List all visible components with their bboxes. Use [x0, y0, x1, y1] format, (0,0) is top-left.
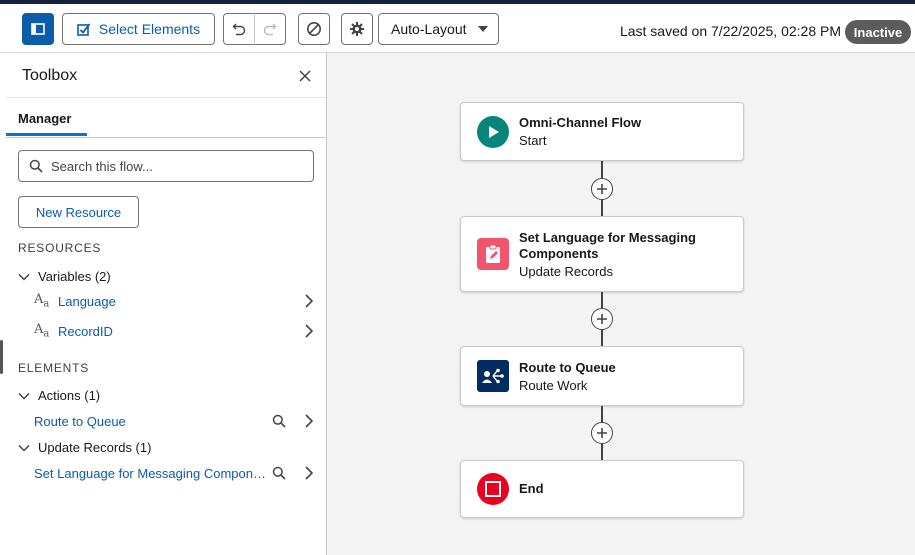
actions-group-toggle[interactable]: Actions (1) — [18, 388, 100, 403]
select-checkbox-icon — [77, 23, 91, 36]
variables-group-toggle[interactable]: Variables (2) — [18, 269, 111, 284]
flow-node-route-work[interactable]: Route to Queue Route Work — [460, 346, 744, 406]
status-badge: Inactive — [845, 20, 911, 44]
undo-icon — [232, 23, 246, 36]
list-item[interactable]: Aa RecordID — [34, 319, 314, 343]
node-title: Set Language for Messaging Components — [519, 229, 696, 261]
flow-canvas[interactable]: Omni-Channel Flow Start Set Language for… — [328, 53, 915, 555]
node-title: Route to Queue — [519, 359, 616, 375]
search-icon — [29, 159, 43, 173]
update-records-group-toggle[interactable]: Update Records (1) — [18, 440, 151, 455]
select-elements-label: Select Elements — [98, 21, 201, 37]
variable-label: RecordID — [58, 323, 113, 339]
toolbox-panel: Toolbox Manager New Resource RESOURCES V… — [6, 53, 327, 555]
chevron-right-icon[interactable] — [304, 324, 314, 338]
list-item[interactable]: Set Language for Messaging Components — [34, 461, 316, 485]
node-title: Omni-Channel Flow — [519, 115, 642, 130]
list-item[interactable]: Aa Language — [34, 289, 314, 313]
chevron-right-icon[interactable] — [304, 414, 314, 428]
actions-group-label: Actions (1) — [38, 388, 101, 403]
gear-icon — [350, 22, 364, 36]
toggle-toolbox-button[interactable] — [22, 13, 54, 45]
deactivate-button[interactable] — [298, 13, 330, 45]
flow-node-end[interactable]: End — [460, 460, 744, 518]
layout-mode-value: Auto-Layout — [391, 21, 467, 37]
node-subtitle: Update Records — [519, 263, 613, 279]
clipboard-edit-icon — [477, 238, 509, 270]
search-icon[interactable] — [272, 414, 286, 428]
text-type-icon: Aa — [34, 322, 50, 340]
search-icon[interactable] — [272, 466, 286, 480]
element-label: Set Language for Messaging Components — [34, 465, 266, 481]
chevron-down-icon — [18, 392, 30, 400]
block-icon — [307, 22, 321, 36]
variables-group-label: Variables (2) — [38, 269, 111, 284]
chevron-right-icon[interactable] — [304, 466, 314, 480]
layout-mode-select[interactable]: Auto-Layout — [378, 13, 499, 45]
play-icon — [477, 115, 509, 148]
new-resource-button[interactable]: New Resource — [18, 196, 139, 228]
top-toolbar: Select Elements Auto-Layout Last saved o… — [0, 0, 915, 53]
plus-icon — [597, 314, 607, 324]
plus-icon — [597, 184, 607, 194]
node-subtitle: Route Work — [519, 377, 588, 393]
list-item[interactable]: Route to Queue — [34, 409, 316, 433]
chevron-right-icon[interactable] — [304, 294, 314, 308]
search-box — [18, 150, 314, 182]
select-elements-button[interactable]: Select Elements — [62, 13, 215, 45]
redo-icon — [263, 23, 277, 36]
variable-label: Language — [58, 293, 116, 309]
tab-divider — [6, 137, 326, 138]
add-element-button[interactable] — [591, 178, 613, 200]
toolbox-title: Toolbox — [22, 67, 78, 84]
tab-manager[interactable]: Manager — [6, 98, 87, 136]
plus-icon — [597, 428, 607, 438]
search-input[interactable] — [51, 158, 301, 174]
update-records-group-label: Update Records (1) — [38, 440, 152, 455]
add-element-button[interactable] — [591, 308, 613, 330]
add-element-button[interactable] — [591, 422, 613, 444]
node-subtitle: Start — [519, 133, 547, 148]
flow-node-start[interactable]: Omni-Channel Flow Start — [460, 102, 744, 161]
element-label: Route to Queue — [34, 413, 126, 429]
elements-heading: ELEMENTS — [18, 361, 90, 375]
last-saved-text: Last saved on 7/22/2025, 02:28 PM — [619, 23, 841, 39]
settings-button[interactable] — [341, 13, 373, 45]
flow-node-update-records[interactable]: Set Language for Messaging Components Up… — [460, 216, 744, 292]
resize-handle[interactable] — [0, 340, 3, 374]
stop-icon — [477, 473, 509, 505]
close-icon[interactable] — [298, 69, 312, 83]
route-work-icon — [477, 360, 509, 392]
node-title: End — [519, 481, 544, 496]
panel-left-icon — [31, 23, 45, 35]
resources-heading: RESOURCES — [18, 241, 102, 255]
chevron-down-icon — [478, 26, 488, 32]
chevron-down-icon — [18, 444, 30, 452]
undo-button[interactable] — [223, 13, 255, 45]
chevron-down-icon — [18, 273, 30, 281]
text-type-icon: Aa — [34, 292, 50, 310]
redo-button[interactable] — [254, 13, 286, 45]
